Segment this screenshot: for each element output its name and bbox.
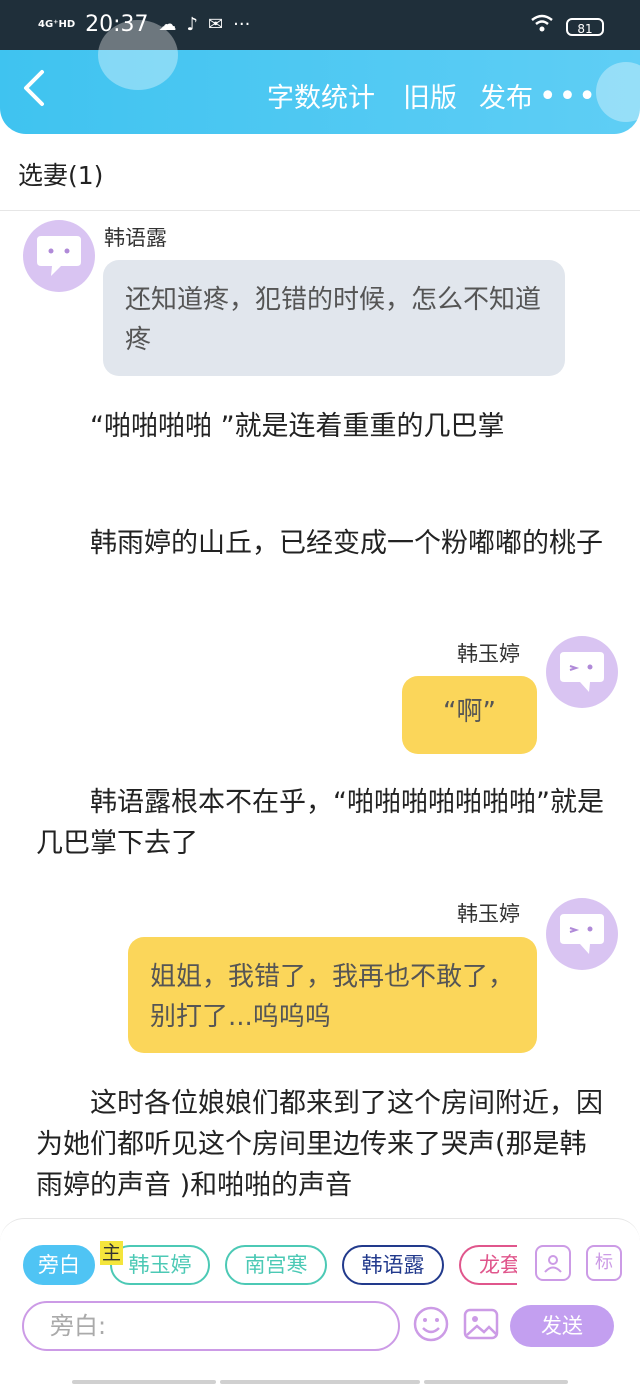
header-decoration [98, 20, 178, 90]
speaker-name: 韩语露 [104, 226, 167, 250]
music-icon: ♪ [186, 14, 199, 35]
avatar[interactable] [546, 636, 618, 708]
mail-icon: ✉ [208, 14, 224, 35]
role-chip-narrator[interactable]: 旁白 [23, 1245, 95, 1285]
tag-icon[interactable]: 标 [586, 1245, 622, 1281]
avatar[interactable] [23, 220, 95, 292]
word-count-button[interactable]: 字数统计 [267, 82, 375, 116]
dialog-bubble[interactable]: 姐姐，我错了，我再也不敢了，别打了...呜呜呜 [128, 937, 537, 1053]
narration-text[interactable]: 韩雨婷的山丘，已经变成一个粉嘟嘟的桃子 [36, 523, 606, 564]
image-icon[interactable] [462, 1305, 500, 1343]
chapter-title[interactable]: 选妻(1) [18, 156, 103, 192]
message-input[interactable]: 旁白: [22, 1301, 400, 1351]
wifi-icon [530, 12, 554, 42]
nav-bar-segment [424, 1380, 568, 1384]
editor-header: 字数统计 旧版 发布 ••• [0, 20, 640, 134]
nav-bar-segment [72, 1380, 216, 1384]
header-decoration [596, 62, 640, 122]
status-more: ··· [233, 14, 251, 35]
status-bar: 4G⁺HD 20:37 ☁ ♪ ✉ ··· 81 [0, 0, 640, 50]
main-role-badge: 主 [100, 1241, 124, 1265]
speaker-name: 韩玉婷 [457, 642, 520, 666]
nav-bar-segment [220, 1380, 420, 1384]
composer-panel: 旁白 韩玉婷 主 南宫寒 韩语露 龙套 标 旁白: 发送 [0, 1218, 640, 1388]
smile-icon[interactable] [412, 1305, 450, 1343]
old-version-button[interactable]: 旧版 [403, 82, 457, 116]
speaker-name: 韩玉婷 [457, 902, 520, 926]
dialog-bubble[interactable]: “啊” [402, 676, 537, 754]
role-chip-extra[interactable]: 龙套 [459, 1245, 517, 1285]
role-chip-nangong-han[interactable]: 南宫寒 [225, 1245, 327, 1285]
narration-text[interactable]: 这时各位娘娘们都来到了这个房间附近，因为她们都听见这个房间里边传来了哭声(那是韩… [36, 1083, 606, 1206]
divider [0, 210, 640, 211]
battery-indicator: 81 [566, 18, 604, 36]
narration-text[interactable]: “啪啪啪啪 ”就是连着重重的几巴掌 [36, 406, 606, 447]
publish-button[interactable]: 发布 [479, 82, 533, 116]
role-chip-han-yuting[interactable]: 韩玉婷 [110, 1245, 210, 1285]
role-chip-han-yulu[interactable]: 韩语露 [342, 1245, 444, 1285]
more-menu-icon[interactable]: ••• [539, 80, 598, 114]
person-card-icon[interactable] [535, 1245, 571, 1281]
send-button[interactable]: 发送 [510, 1305, 614, 1347]
back-icon[interactable] [22, 68, 46, 117]
signal-indicator: 4G⁺HD [38, 19, 76, 30]
dialog-bubble[interactable]: 还知道疼，犯错的时候，怎么不知道疼 [103, 260, 565, 376]
narration-text[interactable]: 韩语露根本不在乎，“啪啪啪啪啪啪啪”就是几巴掌下去了 [36, 782, 606, 864]
avatar[interactable] [546, 898, 618, 970]
